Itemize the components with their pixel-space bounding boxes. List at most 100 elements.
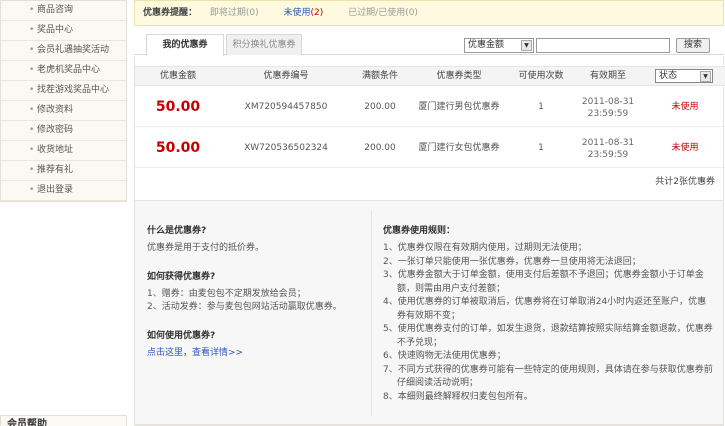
coupon-condition: 200.00 (364, 143, 396, 153)
header-expiry: 有效期至 (589, 71, 626, 81)
expiry-date: 2011-08-31 (581, 97, 635, 107)
rule-item: 1、优惠券仅限在有效期内使用，过期则无法使用； (383, 243, 587, 253)
coupon-status: 未使用 (671, 143, 699, 153)
expired-used-link[interactable]: 已过期/已使用(0) (348, 8, 418, 18)
coupon-table: 优惠金额 优惠券编号 满额条件 优惠券类型 可使用次数 有效期至 状态 ▼ 50… (134, 56, 725, 200)
tab-points-coupons[interactable]: 积分换礼优惠券 (226, 34, 302, 55)
header-code: 优惠券编号 (263, 71, 309, 81)
divider (371, 211, 372, 416)
unused-text: 未使用 (283, 8, 311, 18)
header-type: 优惠券类型 (436, 71, 482, 81)
faq-question: 什么是优惠券? (147, 226, 207, 236)
faq-section: 什么是优惠券? 优惠券是用于支付的抵价券。 如何获得优惠券? 1、赠券：由麦包包… (147, 223, 369, 374)
expiry-time: 23:59:59 (587, 109, 629, 119)
faq-answer: 优惠券是用于支付的抵价券。 (147, 243, 265, 253)
header-amount: 优惠金额 (159, 71, 196, 81)
bullet-icon: • (29, 65, 35, 75)
coupon-times: 1 (538, 102, 544, 112)
coupon-info-panel: 什么是优惠券? 优惠券是用于支付的抵价券。 如何获得优惠券? 1、赠券：由麦包包… (134, 200, 724, 425)
faq-question: 如何使用优惠券? (147, 331, 216, 341)
sidebar-item-label: 奖品中心 (37, 25, 74, 35)
sidebar-item[interactable]: • 收货地址 (1, 141, 126, 161)
tab-my-coupons[interactable]: 我的优惠券 (146, 34, 224, 56)
sidebar-item-label: 修改资料 (37, 105, 74, 115)
sidebar-item[interactable]: • 找茬游戏奖品中心 (1, 81, 126, 101)
filter-selected-value: 优惠金额 (468, 40, 505, 50)
chevron-down-icon: ▼ (521, 40, 532, 51)
sidebar-item[interactable]: • 老虎机奖品中心 (1, 61, 126, 81)
bullet-icon: • (29, 25, 35, 35)
rule-item: 5、使用优惠券支付的订单，如发生退货，退款结算按照实际结算金额退款，优惠券不予兑… (383, 324, 713, 348)
table-row: 50.00 XW720536502324 200.00 厦门建行女包优惠券 1 … (135, 128, 725, 168)
expiring-link[interactable]: 即将过期(0) (210, 8, 259, 18)
notice-label: 优惠券提醒： (143, 8, 198, 18)
search-input[interactable] (536, 38, 670, 53)
table-row: 50.00 XM720594457850 200.00 厦门建行男包优惠券 1 … (135, 87, 725, 127)
sidebar-item[interactable]: • 退出登录 (1, 181, 126, 201)
header-times: 可使用次数 (518, 71, 564, 81)
bullet-icon: • (29, 125, 35, 135)
expiry-date: 2011-08-31 (581, 138, 635, 148)
member-help-header: 会员帮助 (0, 415, 127, 426)
bullet-icon: • (29, 85, 35, 95)
coupon-total: 共计2张优惠券 (655, 177, 715, 187)
unused-link[interactable]: 未使用(2) (284, 8, 324, 18)
rules-section: 优惠券使用规则： 1、优惠券仅限在有效期内使用，过期则无法使用； 2、一张订单只能… (383, 223, 713, 404)
sidebar-menu: ›首页›我的购物车›我的订单›我的收藏›我的优惠券›我的积分›我的咨询•商品咨询… (0, 0, 724, 426)
sidebar-item-label: 收货地址 (37, 145, 74, 155)
sidebar-item-label: 修改密码 (37, 125, 74, 135)
faq-question: 如何获得优惠券? (147, 272, 216, 282)
sidebar-item[interactable]: • 商品咨询 (1, 1, 126, 21)
coupon-code: XW720536502324 (244, 143, 328, 153)
rules-title: 优惠券使用规则： (383, 226, 456, 236)
expiry-time: 23:59:59 (587, 150, 629, 160)
sidebar-item[interactable]: • 推荐有礼 (1, 161, 126, 181)
sidebar-item[interactable]: • 奖品中心 (1, 21, 126, 41)
sidebar-item[interactable]: • 修改资料 (1, 101, 126, 121)
search-button[interactable]: 搜索 (676, 38, 710, 53)
coupon-condition: 200.00 (364, 102, 396, 112)
faq-answer: 2、活动发券：参与麦包包网站活动赢取优惠券。 (147, 302, 342, 312)
rule-item: 7、不同方式获得的优惠券可能有一些特定的使用规则，具体请在参与获取优惠券前仔细阅… (383, 364, 713, 389)
faq-answer: 1、赠券：由麦包包不定期发放给会员； (147, 289, 306, 299)
unused-count: (2) (310, 8, 324, 18)
details-link[interactable]: 点击这里，查看详情>> (147, 347, 369, 360)
header-condition: 满额条件 (361, 71, 398, 81)
rule-item: 2、一张订单只能使用一张优惠券，优惠券一旦使用将无法退回； (383, 256, 641, 267)
bullet-icon: • (29, 165, 35, 175)
bullet-icon: • (29, 5, 35, 15)
status-select-value: 状态 (659, 71, 678, 81)
status-select[interactable]: 状态 ▼ (655, 69, 713, 83)
sidebar: ›首页›我的购物车›我的订单›我的收藏›我的优惠券›我的积分›我的咨询•商品咨询… (0, 0, 724, 426)
sidebar-item-label: 老虎机奖品中心 (37, 65, 101, 75)
coupon-times: 1 (538, 143, 544, 153)
bullet-icon: • (29, 145, 35, 155)
coupon-type: 厦门建行女包优惠券 (418, 143, 500, 153)
sidebar-item-label: 找茬游戏奖品中心 (37, 85, 110, 95)
sidebar-item[interactable]: • 修改密码 (1, 121, 126, 141)
bullet-icon: • (29, 185, 35, 195)
coupon-code: XM720594457850 (244, 102, 328, 112)
coupon-type: 厦门建行男包优惠券 (418, 102, 500, 112)
filter-select[interactable]: 优惠金额 ▼ (464, 38, 534, 53)
rules-list: 1、优惠券仅限在有效期内使用，过期则无法使用； 2、一张订单只能使用一张优惠券，优… (383, 242, 713, 404)
sidebar-item-label: 推荐有礼 (37, 165, 74, 175)
bullet-icon: • (29, 105, 35, 115)
chevron-down-icon: ▼ (700, 71, 711, 82)
coupon-expiry: 2011-08-31 23:59:59 (573, 137, 643, 161)
rule-item: 6、快速购物无法使用优惠券； (383, 351, 506, 361)
bullet-icon: • (29, 45, 35, 55)
sidebar-item[interactable]: • 会员礼遇抽奖活动 (1, 41, 126, 61)
coupon-amount: 50.00 (155, 140, 201, 156)
coupon-amount: 50.00 (155, 99, 201, 115)
coupon-expiry: 2011-08-31 23:59:59 (573, 96, 643, 120)
sidebar-item-label: 退出登录 (37, 185, 74, 195)
rule-item: 3、优惠券金额大于订单金额，使用支付后差额不予退回；优惠券金额小于订单金额，则需… (383, 270, 704, 294)
sidebar-item-label: 会员礼遇抽奖活动 (37, 45, 110, 55)
table-header: 优惠金额 优惠券编号 满额条件 优惠券类型 可使用次数 有效期至 状态 ▼ (135, 66, 725, 86)
coupon-status: 未使用 (671, 102, 699, 112)
rule-item: 4、使用优惠券的订单被取消后，优惠券将在订单取消24小时内返还至账户，优惠券有效… (383, 297, 707, 321)
sidebar-item-label: 商品咨询 (37, 5, 74, 15)
main-content: 优惠券提醒： 即将过期(0) 未使用(2) 已过期/已使用(0) 我的优惠券 积… (134, 0, 725, 426)
coupon-notice-bar: 优惠券提醒： 即将过期(0) 未使用(2) 已过期/已使用(0) (134, 0, 724, 26)
